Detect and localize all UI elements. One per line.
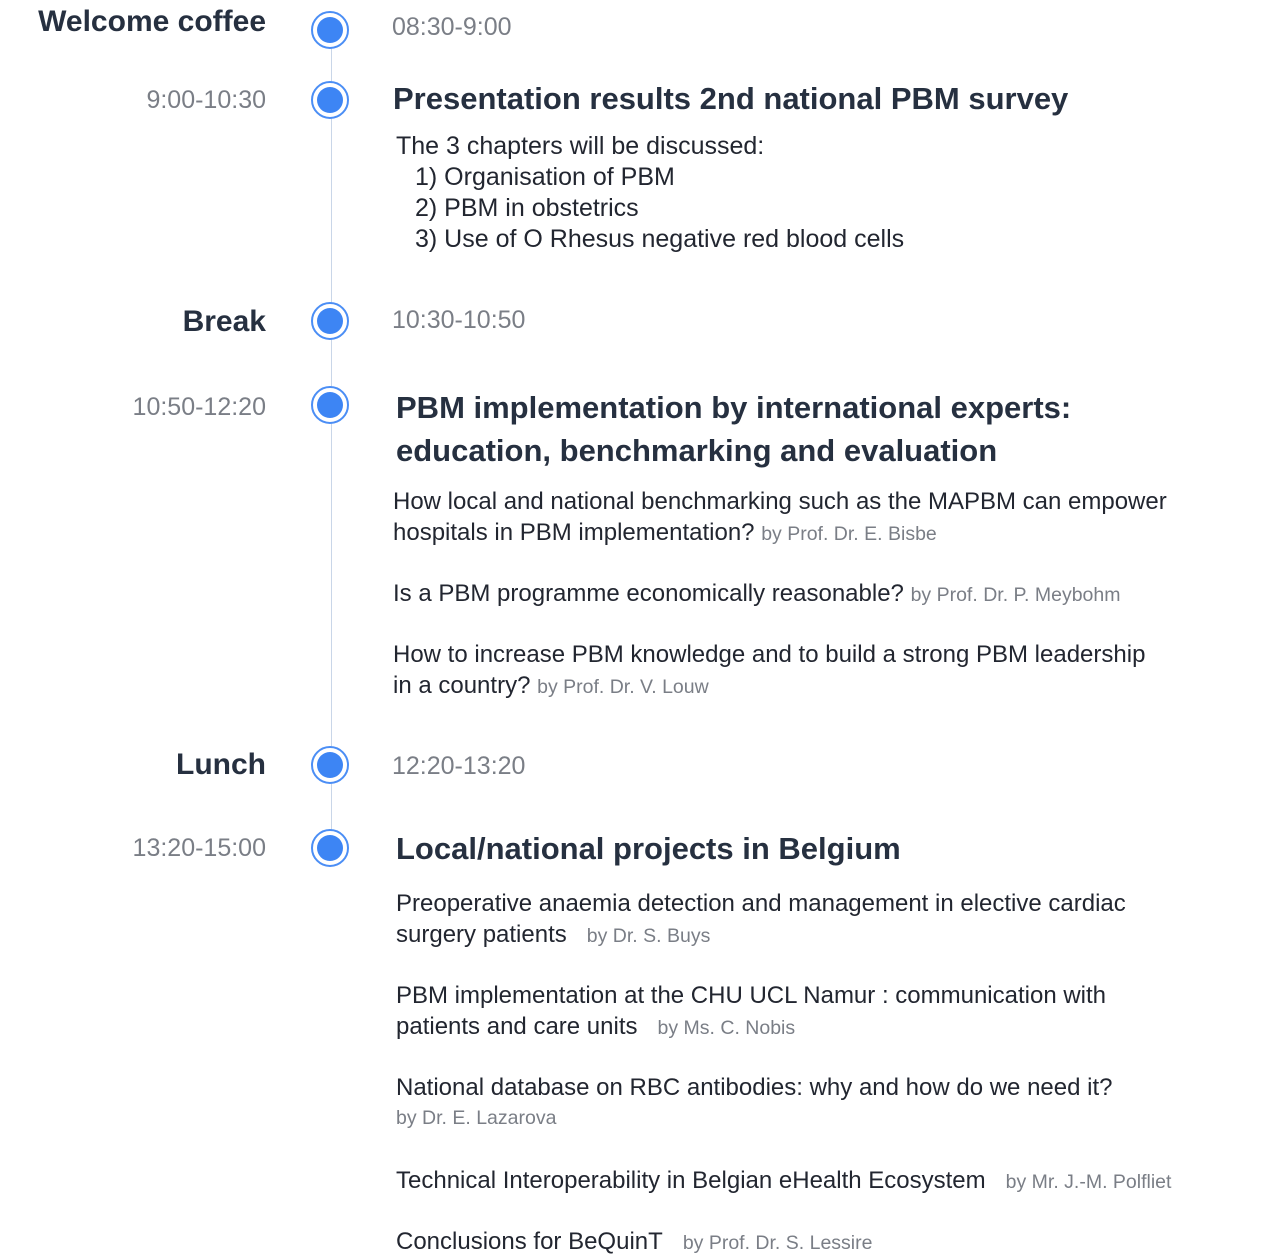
session-time: 08:30-9:00 xyxy=(392,13,512,41)
session-title-line: education, benchmarking and evaluation xyxy=(396,433,998,468)
talk-speaker: by Mr. J.-M. Polfliet xyxy=(1005,1171,1172,1193)
talk: National database on RBC antibodies: why… xyxy=(396,1072,1112,1134)
talk-title-line: surgery patients xyxy=(396,921,567,948)
talk-title-line: Preoperative anaemia detection and manag… xyxy=(396,890,1126,917)
talk: PBM implementation at the CHU UCL Namur … xyxy=(396,980,1106,1044)
session-time: 12:20-13:20 xyxy=(392,752,526,780)
talk-speaker: by Prof. Dr. S. Lessire xyxy=(682,1232,873,1254)
talk: Is a PBM programme economically reasonab… xyxy=(393,578,1120,611)
talk-speaker: by Ms. C. Nobis xyxy=(657,1017,796,1039)
timeline-dot xyxy=(311,386,349,424)
talk-title-line: How local and national benchmarking such… xyxy=(393,488,1167,515)
chapter-item: 1) Organisation of PBM xyxy=(415,163,675,191)
talk-speaker: by Prof. Dr. E. Bisbe xyxy=(761,523,937,545)
session-title: Local/national projects in Belgium xyxy=(396,831,901,866)
session-time: 10:50-12:20 xyxy=(132,393,266,421)
talk-title-line: PBM implementation at the CHU UCL Namur … xyxy=(396,982,1107,1009)
talk: How local and national benchmarking such… xyxy=(393,486,1167,550)
talk: Conclusions for BeQuinT by Prof. Dr. S. … xyxy=(396,1226,872,1259)
session-label: Lunch xyxy=(176,748,266,781)
session-label: Break xyxy=(182,305,266,338)
talk-speaker: by Dr. E. Lazarova xyxy=(396,1107,557,1129)
timeline-dot xyxy=(311,302,349,340)
talk-speaker: by Prof. Dr. V. Louw xyxy=(537,676,709,698)
session-title: PBM implementation by international expe… xyxy=(396,386,1071,472)
talk-title-line: How to increase PBM knowledge and to bui… xyxy=(393,641,1146,668)
session-label: Welcome coffee xyxy=(38,5,266,38)
session-time: 10:30-10:50 xyxy=(392,306,526,334)
timeline-dot xyxy=(311,81,349,119)
chapter-item: 3) Use of O Rhesus negative red blood ce… xyxy=(415,225,905,253)
talk-title-line: Is a PBM programme economically reasonab… xyxy=(393,580,904,607)
talk-title-line: patients and care units xyxy=(396,1013,638,1040)
chapter-intro: The 3 chapters will be discussed: xyxy=(396,132,765,160)
chapter-item: 2) PBM in obstetrics xyxy=(415,194,639,222)
talk-title-line: Technical Interoperability in Belgian eH… xyxy=(396,1167,986,1194)
timeline-dot xyxy=(311,746,349,784)
timeline-dot xyxy=(311,11,349,49)
session-title-line: PBM implementation by international expe… xyxy=(396,390,1072,425)
talk-speaker: by Prof. Dr. P. Meybohm xyxy=(910,584,1121,606)
talk: Preoperative anaemia detection and manag… xyxy=(396,888,1126,952)
talk-title-line: National database on RBC antibodies: why… xyxy=(396,1074,1113,1101)
talk: Technical Interoperability in Belgian eH… xyxy=(396,1165,1171,1198)
talk-speaker: by Dr. S. Buys xyxy=(586,925,711,947)
talk: How to increase PBM knowledge and to bui… xyxy=(393,639,1145,703)
timeline-line xyxy=(331,30,332,848)
session-title: Presentation results 2nd national PBM su… xyxy=(393,81,1069,116)
chapter-list: The 3 chapters will be discussed: 1) Org… xyxy=(396,131,904,255)
talk-title-line: hospitals in PBM implementation? xyxy=(393,519,755,546)
session-time: 9:00-10:30 xyxy=(146,86,266,114)
session-time: 13:20-15:00 xyxy=(132,834,266,862)
talk-title-line: in a country? xyxy=(393,672,531,699)
talk-title-line: Conclusions for BeQuinT xyxy=(396,1228,663,1255)
timeline-dot xyxy=(311,829,349,867)
